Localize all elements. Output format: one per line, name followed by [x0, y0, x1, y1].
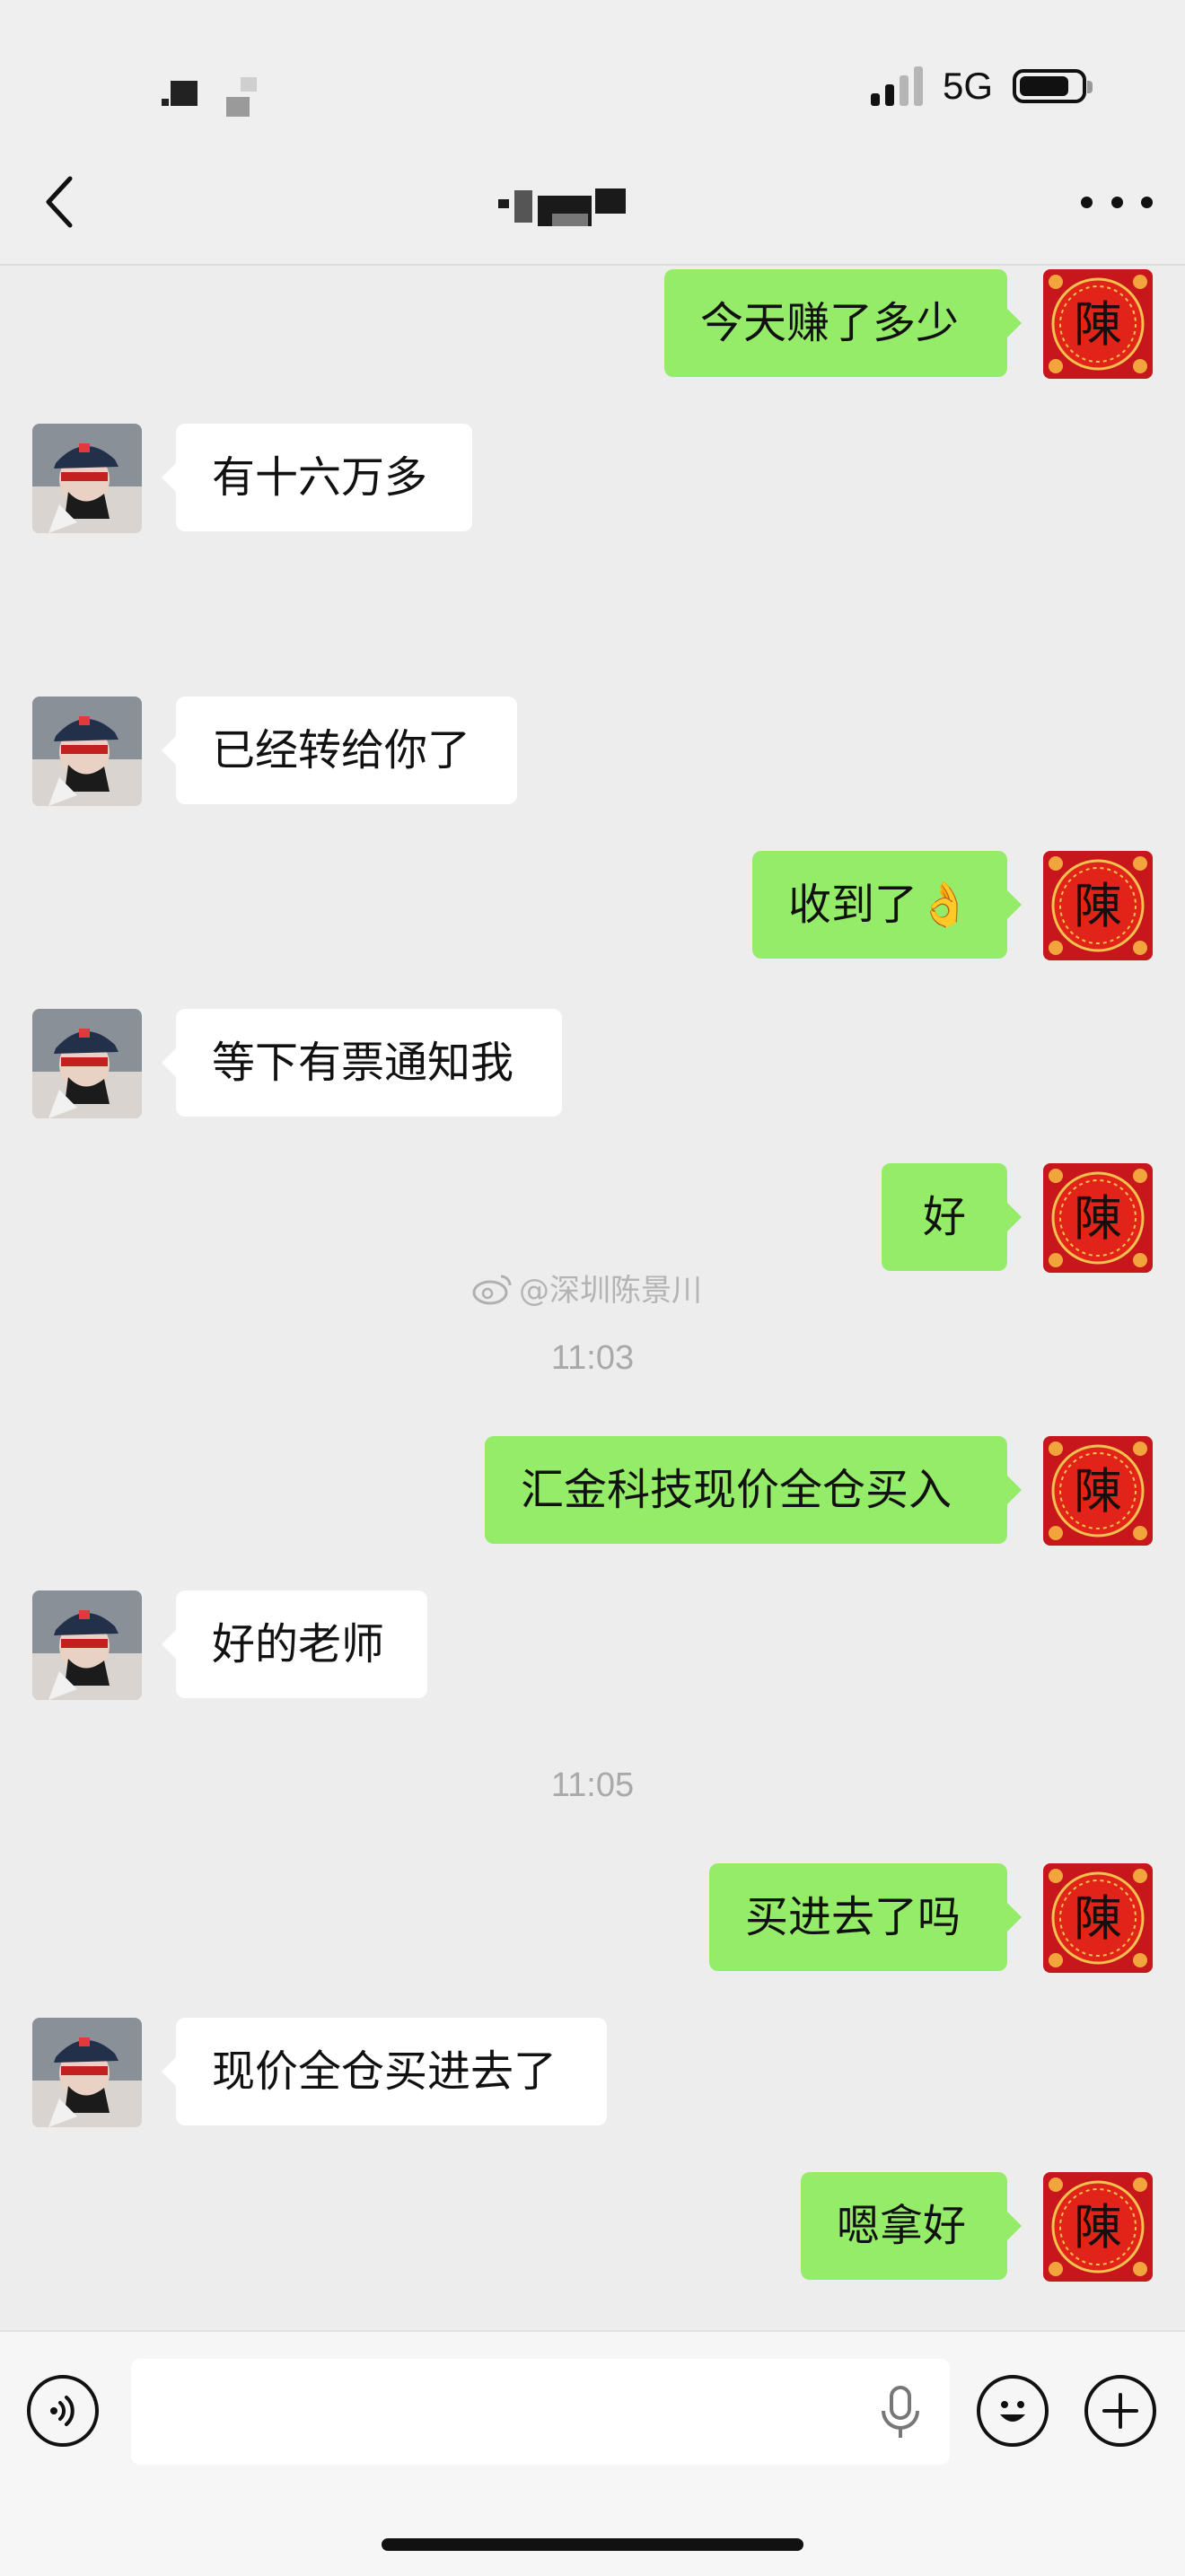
- self-avatar[interactable]: 陳: [1043, 851, 1153, 960]
- message-bubble-outgoing[interactable]: 好: [882, 1163, 1022, 1271]
- chat-title-redacted: [498, 187, 642, 226]
- watermark: @深圳陈景川: [472, 1266, 702, 1310]
- network-type: 5G: [942, 65, 993, 107]
- seal-icon: 陳: [1043, 1436, 1153, 1546]
- more-button[interactable]: [1081, 180, 1153, 224]
- message-bubble-outgoing[interactable]: 今天赚了多少: [664, 269, 1022, 377]
- plus-button[interactable]: [1084, 2375, 1156, 2447]
- battery-level: [1020, 76, 1069, 96]
- contact-avatar[interactable]: [32, 1009, 142, 1118]
- emoji-icon: [1000, 2401, 1025, 2422]
- back-button[interactable]: [32, 171, 86, 233]
- seal-icon: 陳: [1043, 2172, 1153, 2282]
- status-indicators: 5G: [870, 65, 1093, 108]
- mic-icon[interactable]: [878, 2384, 923, 2441]
- message-bubble-outgoing[interactable]: 买进去了吗: [709, 1863, 1022, 1971]
- message-bubble-incoming[interactable]: 已经转给你了: [162, 697, 517, 804]
- message-bubble-incoming[interactable]: 有十六万多: [162, 424, 472, 531]
- ellipsis-icon: [1081, 196, 1093, 208]
- chevron-left-icon: [46, 176, 73, 228]
- message-bubble-outgoing[interactable]: 收到了👌: [752, 851, 1022, 959]
- contact-avatar[interactable]: [32, 1590, 142, 1700]
- message-timestamp: 11:05: [550, 1766, 635, 1804]
- home-indicator[interactable]: [382, 2538, 803, 2551]
- watermark-text: @深圳陈景川: [519, 1273, 702, 1309]
- person-avatar-icon: [32, 697, 142, 806]
- seal-icon: 陳: [1043, 851, 1153, 960]
- seal-icon: 陳: [1043, 1163, 1153, 1273]
- self-avatar[interactable]: 陳: [1043, 2172, 1153, 2282]
- message-input[interactable]: [131, 2359, 950, 2465]
- message-bubble-incoming[interactable]: 等下有票通知我: [162, 1009, 562, 1117]
- svg-text:陳: 陳: [1074, 1190, 1122, 1247]
- svg-text:陳: 陳: [1074, 296, 1122, 353]
- message-bubble-outgoing[interactable]: 汇金科技现价全仓买入: [485, 1436, 1022, 1544]
- plus-icon: [1102, 2393, 1138, 2429]
- svg-text:陳: 陳: [1074, 2199, 1122, 2256]
- seal-icon: 陳: [1043, 269, 1153, 379]
- status-time-redacted: [162, 72, 278, 117]
- person-avatar-icon: [32, 2018, 142, 2127]
- message-bubble-outgoing[interactable]: 嗯拿好: [801, 2172, 1022, 2280]
- message-bubble-incoming[interactable]: 现价全仓买进去了: [162, 2018, 607, 2125]
- voice-button[interactable]: [27, 2375, 99, 2447]
- self-avatar[interactable]: 陳: [1043, 1436, 1153, 1546]
- svg-text:陳: 陳: [1074, 1463, 1122, 1520]
- svg-text:陳: 陳: [1074, 1890, 1122, 1947]
- person-avatar-icon: [32, 1590, 142, 1700]
- person-avatar-icon: [32, 424, 142, 533]
- contact-avatar[interactable]: [32, 424, 142, 533]
- svg-text:陳: 陳: [1074, 878, 1122, 934]
- emoji-button[interactable]: [977, 2375, 1049, 2447]
- contact-avatar[interactable]: [32, 2018, 142, 2127]
- self-avatar[interactable]: 陳: [1043, 1863, 1153, 1973]
- weibo-icon: [472, 1275, 512, 1304]
- voice-icon: [50, 2396, 75, 2426]
- signal-icon: [870, 66, 923, 106]
- chat-header: [0, 135, 1185, 266]
- message-timestamp: 11:03: [550, 1339, 635, 1377]
- person-avatar-icon: [32, 1009, 142, 1118]
- self-avatar[interactable]: 陳: [1043, 1163, 1153, 1273]
- seal-icon: 陳: [1043, 1863, 1153, 1973]
- message-bubble-incoming[interactable]: 好的老师: [162, 1590, 427, 1698]
- battery-icon: [1013, 69, 1093, 103]
- contact-avatar[interactable]: [32, 697, 142, 806]
- status-bar: 5G: [0, 0, 1185, 135]
- self-avatar[interactable]: 陳: [1043, 269, 1153, 379]
